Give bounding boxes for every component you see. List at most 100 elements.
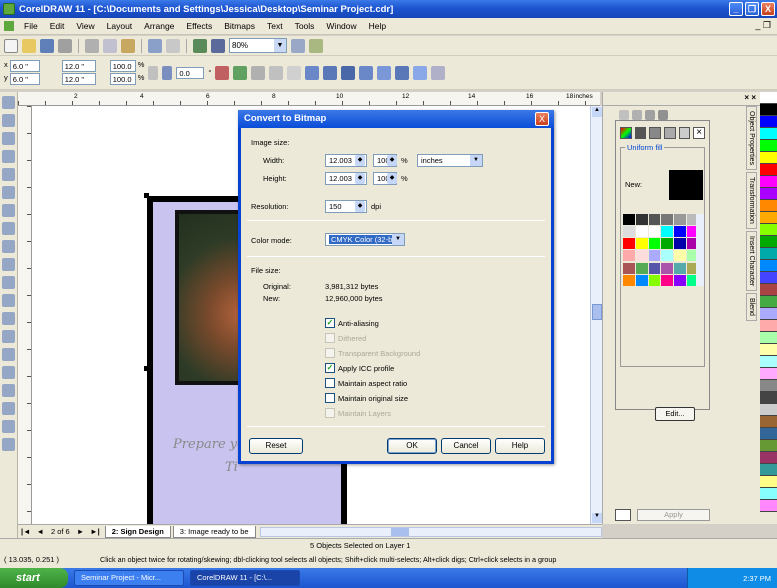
palette-swatch[interactable] — [760, 236, 777, 248]
palette-swatch[interactable] — [760, 248, 777, 260]
application-launcher-icon[interactable] — [291, 38, 305, 53]
combine-icon[interactable] — [305, 65, 320, 80]
maintain-original-size-checkbox[interactable]: Maintain original size — [325, 393, 408, 403]
color-palette-strip[interactable] — [760, 92, 777, 524]
palette-swatch[interactable] — [760, 320, 777, 332]
back-minus-front-icon[interactable] — [413, 65, 428, 80]
palette-swatch[interactable] — [760, 380, 777, 392]
menu-arrange[interactable]: Arrange — [138, 21, 180, 31]
dialog-close-button[interactable]: X — [535, 112, 549, 126]
menu-file[interactable]: File — [18, 21, 44, 31]
palette-swatch[interactable] — [661, 238, 674, 250]
palette-swatch[interactable] — [760, 356, 777, 368]
front-minus-back-icon[interactable] — [395, 65, 410, 80]
redo-icon[interactable] — [166, 38, 180, 53]
palette-swatch[interactable] — [648, 262, 661, 274]
palette-swatch[interactable] — [760, 404, 777, 416]
copy-icon[interactable] — [103, 38, 117, 53]
units-select[interactable]: inches ▼ — [417, 154, 483, 167]
trim-icon[interactable] — [341, 65, 356, 80]
close-window-button[interactable]: X — [761, 2, 775, 16]
scroll-down-arrow-icon[interactable]: ▼ — [592, 513, 602, 523]
menu-view[interactable]: View — [70, 21, 100, 31]
shape-tool-icon[interactable] — [2, 114, 15, 127]
palette-swatch[interactable] — [760, 272, 777, 284]
horizontal-ruler[interactable]: 2 4 6 8 10 12 14 16 18 inches — [18, 92, 600, 106]
palette-swatch[interactable] — [760, 152, 777, 164]
palette-swatch[interactable] — [674, 250, 687, 262]
import-icon[interactable] — [193, 38, 207, 53]
palette-swatch[interactable] — [674, 274, 687, 286]
palette-swatch[interactable] — [760, 416, 777, 428]
no-fill-icon[interactable]: × — [693, 127, 706, 139]
palette-swatch[interactable] — [760, 344, 777, 356]
palette-swatch[interactable] — [760, 500, 777, 512]
maximize-button[interactable]: ❐ — [745, 2, 759, 16]
lock-icon[interactable] — [615, 509, 631, 521]
postscript-fill-icon[interactable] — [678, 127, 691, 139]
palette-swatch[interactable] — [648, 274, 661, 286]
vertical-ruler[interactable] — [18, 106, 32, 524]
close-docker-icon[interactable]: × × — [744, 93, 756, 102]
width-spinner[interactable]: ◆ — [355, 155, 365, 166]
palette-swatch[interactable] — [760, 200, 777, 212]
crop-tool-icon[interactable] — [2, 132, 15, 145]
interactive-blend-tool-icon[interactable] — [2, 294, 15, 307]
object-height-field[interactable]: 12.0 " — [61, 73, 96, 85]
zoom-tool-icon[interactable] — [2, 150, 15, 163]
palette-swatch[interactable] — [661, 274, 674, 286]
palette-swatch[interactable] — [760, 476, 777, 488]
palette-swatch[interactable] — [760, 92, 777, 104]
palette-swatch[interactable] — [760, 116, 777, 128]
eraser-tool-icon[interactable] — [2, 420, 15, 433]
export-icon[interactable] — [211, 38, 225, 53]
palette-swatch[interactable] — [635, 262, 648, 274]
height-percent-spinner[interactable]: ◆ — [387, 173, 397, 184]
script-text-line-1[interactable]: Prepare yo — [173, 437, 245, 452]
menu-bitmaps[interactable]: Bitmaps — [218, 21, 261, 31]
minimize-button[interactable]: _ — [729, 2, 743, 16]
tab-object-properties[interactable]: Object Properties — [746, 106, 757, 171]
menu-layout[interactable]: Layout — [101, 21, 139, 31]
selection-handle[interactable] — [144, 366, 149, 371]
scroll-thumb[interactable] — [390, 527, 409, 536]
save-icon[interactable] — [40, 38, 54, 53]
smart-fill-tool-icon[interactable] — [2, 186, 15, 199]
page-tab-sign-design[interactable]: 2: Sign Design — [104, 525, 171, 538]
maintain-aspect-ratio-checkbox[interactable]: Maintain aspect ratio — [325, 378, 407, 388]
edit-fill-button[interactable]: Edit... — [655, 407, 695, 421]
palette-swatch[interactable] — [760, 392, 777, 404]
palette-swatch[interactable] — [760, 140, 777, 152]
reset-button[interactable]: Reset — [249, 438, 303, 454]
tab-insert-character[interactable]: Insert Character — [746, 230, 757, 292]
palette-swatch[interactable] — [674, 226, 687, 238]
palette-swatch[interactable] — [648, 226, 661, 238]
resolution-spinner[interactable]: ◆ — [355, 201, 365, 212]
palette-swatch[interactable] — [674, 238, 687, 250]
general-tab-icon[interactable] — [645, 110, 655, 120]
scroll-thumb[interactable] — [592, 304, 602, 320]
texture-fill-icon[interactable] — [664, 127, 676, 139]
palette-swatch[interactable] — [760, 332, 777, 344]
palette-scrollbar[interactable] — [696, 214, 704, 286]
menu-window[interactable]: Window — [320, 21, 362, 31]
palette-swatch[interactable] — [760, 224, 777, 236]
outline-tool-icon[interactable] — [2, 330, 15, 343]
palette-swatch[interactable] — [635, 238, 648, 250]
selection-handle[interactable] — [144, 193, 149, 198]
ungroup-icon[interactable] — [269, 65, 284, 80]
taskbar-item-word[interactable]: Seminar Project - Micr... — [74, 570, 184, 586]
open-icon[interactable] — [22, 38, 36, 53]
ungroup-all-icon[interactable] — [287, 65, 302, 80]
script-text-line-2[interactable]: Ti — [225, 460, 238, 475]
palette-swatch[interactable] — [760, 164, 777, 176]
palette-swatch[interactable] — [760, 440, 777, 452]
corel-online-icon[interactable] — [309, 38, 323, 53]
palette-swatch[interactable] — [635, 214, 648, 225]
cancel-button[interactable]: Cancel — [441, 438, 491, 454]
first-page-icon[interactable]: |◄ — [18, 527, 34, 536]
palette-swatch[interactable] — [760, 284, 777, 296]
palette-swatch[interactable] — [760, 128, 777, 140]
help-button[interactable]: Help — [495, 438, 545, 454]
color-mode-select[interactable]: CMYK Color (32-bit) ▼ — [325, 233, 405, 246]
